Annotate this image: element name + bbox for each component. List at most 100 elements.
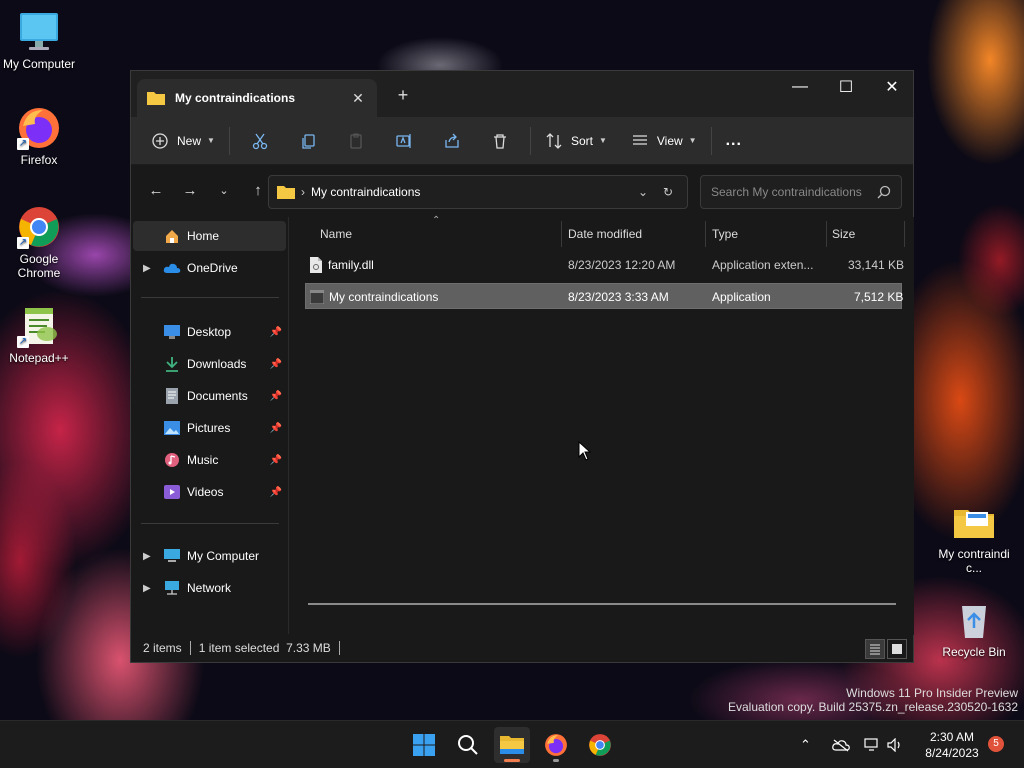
close-window-button[interactable]: ✕ [869, 71, 915, 103]
column-header-name[interactable]: Name [320, 217, 352, 251]
sidebar-item-pictures[interactable]: Pictures 📌 [133, 413, 286, 443]
toolbar-divider [228, 126, 230, 155]
delete-button[interactable] [476, 125, 524, 157]
desktop-icon-label: Notepad++ [9, 351, 69, 365]
mouse-cursor-icon [578, 440, 592, 464]
file-row-my-contraindications[interactable]: My contraindications 8/23/2023 3:33 AM A… [305, 283, 903, 309]
file-row-family-dll[interactable]: family.dll 8/23/2023 12:20 AM Applicatio… [305, 252, 904, 278]
pin-icon[interactable]: 📌 [270, 359, 282, 370]
windows-watermark: Windows 11 Pro Insider Preview Evaluatio… [728, 686, 1018, 714]
sort-button[interactable]: Sort ▼ [537, 125, 615, 157]
show-hidden-icons-button[interactable]: ⌃ [800, 721, 811, 768]
file-explorer-icon [500, 736, 524, 754]
column-divider[interactable] [826, 221, 827, 247]
share-button[interactable] [428, 125, 476, 157]
desktop-icon-chrome[interactable]: ↗ Google Chrome [1, 205, 77, 280]
clock-date: 8/24/2023 [925, 746, 979, 760]
sidebar-item-label: Pictures [187, 421, 231, 435]
column-header-type[interactable]: Type [712, 217, 738, 251]
desktop-icon-notepadpp[interactable]: ↗ Notepad++ [1, 304, 77, 365]
pin-icon[interactable]: 📌 [270, 327, 282, 338]
horizontal-scrollbar[interactable] [308, 603, 896, 605]
home-icon [163, 228, 181, 244]
tab-close-icon[interactable]: ✕ [349, 90, 367, 107]
command-bar: New ▼ Sort ▼ View ▼ ... [131, 117, 913, 165]
system-clock[interactable]: 2:30 AM 8/24/2023 [912, 729, 992, 761]
desktop-icon-firefox[interactable]: ↗ Firefox [1, 106, 77, 167]
network-status-icon[interactable] [864, 721, 880, 768]
status-divider [189, 641, 191, 655]
onedrive-status-icon[interactable] [832, 721, 850, 768]
running-app-indicator [553, 759, 559, 762]
new-button[interactable]: New ▼ [143, 125, 223, 157]
large-icons-view-icon[interactable] [887, 639, 907, 659]
watermark-line-2: Evaluation copy. Build 25375.zn_release.… [728, 700, 1018, 714]
sidebar-item-label: Videos [187, 485, 224, 499]
sidebar-item-desktop[interactable]: Desktop 📌 [133, 317, 286, 347]
dll-file-icon [309, 252, 323, 278]
desktop-icon-label: Recycle Bin [942, 645, 1006, 659]
breadcrumb[interactable]: My contraindications [311, 185, 629, 199]
sidebar-item-home[interactable]: Home [133, 221, 286, 251]
sidebar-item-network[interactable]: ▶ Network [133, 573, 286, 603]
paste-button[interactable] [332, 125, 380, 157]
sidebar-item-downloads[interactable]: Downloads 📌 [133, 349, 286, 379]
tab-my-contraindications[interactable]: My contraindications ✕ [137, 79, 377, 117]
minimize-button[interactable]: — [777, 71, 823, 103]
desktop-icon [163, 324, 181, 340]
details-view-icon[interactable] [865, 639, 885, 659]
taskbar-firefox[interactable] [538, 727, 574, 763]
column-divider[interactable] [561, 221, 562, 247]
back-arrow-icon[interactable]: ← [139, 182, 173, 199]
refresh-icon[interactable]: ↻ [657, 185, 679, 199]
taskbar: ⌃ 2:30 AM 8/24/2023 [0, 720, 1024, 768]
firefox-icon: ↗ [17, 106, 61, 150]
view-button[interactable]: View ▼ [623, 125, 705, 157]
volume-icon[interactable] [887, 721, 903, 768]
column-divider[interactable] [705, 221, 706, 247]
more-options-button[interactable]: ... [718, 125, 750, 157]
column-header-size[interactable]: Size [832, 217, 855, 251]
sidebar-item-music[interactable]: Music 📌 [133, 445, 286, 475]
desktop-icon-label: My Computer [2, 57, 76, 71]
windows-logo-icon [413, 734, 435, 756]
new-tab-button[interactable]: + [393, 85, 413, 106]
address-bar[interactable]: › My contraindications ⌄ ↻ [268, 175, 688, 209]
search-placeholder: Search My contraindications [711, 185, 862, 199]
taskbar-file-explorer[interactable] [494, 727, 530, 763]
maximize-button[interactable]: ☐ [823, 71, 869, 103]
monitor-icon [163, 548, 181, 564]
desktop-icon-my-computer[interactable]: My Computer [1, 10, 77, 71]
view-toggle [865, 639, 907, 659]
taskbar-chrome[interactable] [582, 727, 618, 763]
start-button[interactable] [406, 727, 442, 763]
search-input[interactable]: Search My contraindications [700, 175, 902, 209]
sidebar-item-onedrive[interactable]: ▶ OneDrive [133, 253, 286, 283]
sidebar-item-my-computer[interactable]: ▶ My Computer [133, 541, 286, 571]
download-icon [163, 356, 181, 372]
notification-badge[interactable]: 5 [988, 736, 1004, 752]
pin-icon[interactable]: 📌 [270, 391, 282, 402]
pin-icon[interactable]: 📌 [270, 455, 282, 466]
taskbar-search-button[interactable] [450, 727, 486, 763]
forward-arrow-icon[interactable]: → [173, 182, 207, 199]
desktop-icon-recycle-bin[interactable]: Recycle Bin [936, 598, 1012, 659]
address-dropdown-chevron-icon[interactable]: ⌄ [629, 185, 657, 199]
pin-icon[interactable]: 📌 [270, 423, 282, 434]
cut-button[interactable] [236, 125, 284, 157]
chevron-right-icon[interactable]: ▶ [143, 583, 151, 594]
column-header-date[interactable]: Date modified [568, 217, 642, 251]
desktop-icon-my-contraindications[interactable]: My contraindic... [936, 500, 1012, 575]
pin-icon[interactable]: 📌 [270, 487, 282, 498]
shortcut-arrow-icon: ↗ [17, 138, 29, 150]
copy-button[interactable] [284, 125, 332, 157]
sidebar-item-documents[interactable]: Documents 📌 [133, 381, 286, 411]
clock-time: 2:30 AM [929, 730, 975, 744]
chevron-right-icon[interactable]: ▶ [143, 551, 151, 562]
column-divider[interactable] [904, 221, 905, 247]
sidebar-item-label: Desktop [187, 325, 232, 339]
chevron-right-icon[interactable]: ▶ [143, 263, 151, 274]
sidebar-item-videos[interactable]: Videos 📌 [133, 477, 286, 507]
recent-locations-chevron-icon[interactable]: ⌄ [207, 184, 241, 197]
rename-button[interactable] [380, 125, 428, 157]
